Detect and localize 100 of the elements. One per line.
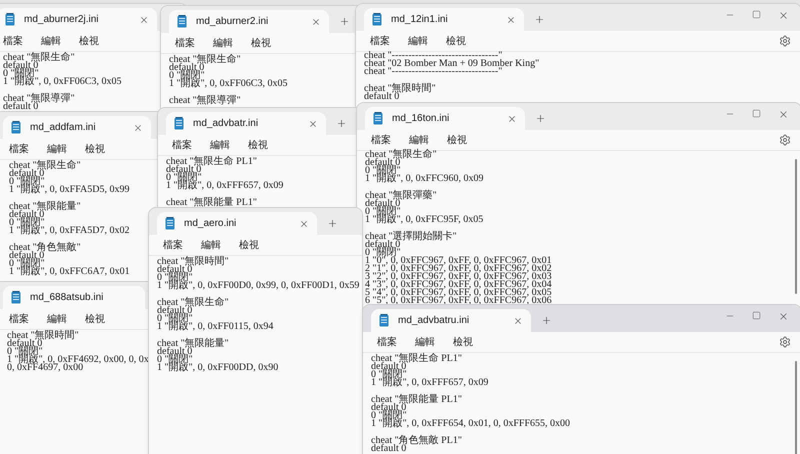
- menu-item[interactable]: 檔案: [9, 142, 29, 156]
- notepad-icon: [177, 15, 187, 28]
- menu-item[interactable]: 檔案: [371, 132, 391, 148]
- menu-item[interactable]: 檢視: [447, 132, 467, 148]
- menu-item[interactable]: 檔案: [163, 238, 183, 252]
- code-line: cheat "無限導彈": [3, 95, 75, 103]
- menu-item[interactable]: 編輯: [213, 36, 233, 50]
- close-tab-icon[interactable]: [308, 118, 318, 128]
- settings-icon[interactable]: [779, 134, 791, 146]
- code-line: 0 "關閉": [157, 315, 193, 323]
- code-line: 1 "開啟", 0, 0xFFC6A7, 0x01: [9, 268, 130, 276]
- code-line: default 0: [371, 445, 406, 453]
- close-tab-icon[interactable]: [513, 316, 523, 326]
- menu-item[interactable]: 檢視: [251, 36, 271, 50]
- menu-item[interactable]: 編輯: [41, 34, 61, 48]
- code-line: 0 "關閉": [7, 348, 43, 356]
- menu-item[interactable]: 檢視: [446, 34, 466, 48]
- menu-item[interactable]: 檢視: [85, 142, 105, 156]
- code-line: 1 "開啟", 0, 0xFF00DD, 0x90: [157, 364, 278, 372]
- menu-item[interactable]: 編輯: [201, 238, 221, 252]
- menu-item[interactable]: 檢視: [239, 238, 259, 252]
- maximize-icon[interactable]: [752, 10, 761, 19]
- maximize-icon[interactable]: [752, 311, 761, 320]
- code-line: cheat "選擇開始關卡": [365, 233, 457, 241]
- close-tab-icon[interactable]: [133, 122, 143, 132]
- menu-item[interactable]: 編輯: [408, 34, 428, 48]
- code-line: 0, 0xFF4697, 0x00: [7, 364, 84, 372]
- code-line: 0 "關閉": [166, 174, 202, 182]
- new-tab-icon[interactable]: [541, 315, 552, 326]
- code-line: 0 "關閉": [371, 412, 407, 420]
- tab[interactable]: md_aburner2.ini: [169, 10, 329, 33]
- maximize-icon[interactable]: [752, 109, 761, 118]
- code-line: 5 "4", 0, 0xFFC967, 0xFF, 0, 0xFFC967, 0x05: [365, 289, 552, 297]
- close-tab-icon[interactable]: [506, 14, 516, 24]
- code-line: 1 "開啟", 0, 0xFF06C3, 0x05: [169, 80, 288, 88]
- code-line: 0 "關閉": [371, 371, 407, 379]
- menu-item[interactable]: 檔案: [377, 334, 397, 350]
- menu-item[interactable]: 檢視: [248, 138, 268, 152]
- code-line: 2 "1", 0, 0xFFC967, 0xFF, 0, 0xFFC967, 0x02: [365, 265, 552, 273]
- code-line: cheat "無限生命 PL1": [371, 355, 462, 363]
- tab[interactable]: md_16ton.ini: [365, 107, 525, 130]
- close-tab-icon[interactable]: [507, 114, 517, 124]
- new-tab-icon[interactable]: [327, 218, 338, 229]
- menu-item[interactable]: 檢視: [79, 34, 99, 48]
- menu-item[interactable]: 編輯: [47, 312, 67, 326]
- close-tab-icon[interactable]: [139, 14, 149, 24]
- new-tab-icon[interactable]: [534, 14, 545, 25]
- code-line: 0 "關閉": [3, 70, 39, 78]
- code-line: cheat "無限能量": [9, 203, 81, 211]
- menu-item[interactable]: 編輯: [47, 142, 67, 156]
- close-icon[interactable]: [778, 311, 789, 322]
- code-line: 3 "2", 0, 0xFFC967, 0xFF, 0, 0xFFC967, 0x03: [365, 273, 552, 281]
- menu-item[interactable]: 檔案: [172, 138, 192, 152]
- code-line: 0 "關閉": [365, 167, 401, 175]
- close-tab-icon[interactable]: [299, 218, 309, 228]
- tab[interactable]: md_addfam.ini: [3, 116, 151, 139]
- code-line: cheat "無限生命 PL1": [166, 158, 257, 166]
- tab[interactable]: md_aero.ini: [157, 212, 317, 235]
- menu-item[interactable]: 檔案: [175, 36, 195, 50]
- new-tab-icon[interactable]: [339, 16, 350, 27]
- tab[interactable]: md_12in1.ini: [364, 8, 524, 31]
- code-line: 1 "開啟", 0, 0xFFF654, 0x01, 0, 0xFFF655, 0x00: [371, 420, 570, 428]
- settings-icon[interactable]: [779, 35, 791, 47]
- code-line: 0 "關閉": [157, 356, 193, 364]
- code-line: 1 "開啟", 0, 0xFFF657, 0x09: [371, 379, 488, 387]
- new-tab-icon[interactable]: [535, 113, 546, 124]
- code-line: 1 "開啟", 0, 0xFF4692, 0x00, 0, 0x: [7, 356, 149, 364]
- menu-item[interactable]: 檔案: [370, 34, 390, 48]
- tab[interactable]: md_aburner2j.ini: [0, 8, 157, 31]
- code-line: 0 "關閉": [9, 260, 45, 268]
- notepad-icon: [165, 217, 175, 230]
- tab[interactable]: md_advbatru.ini: [371, 309, 531, 332]
- menu-item[interactable]: 編輯: [409, 132, 429, 148]
- code-line: 1 "開啟", 0, 0xFF00D0, 0x99, 0, 0xFF00D1, 0x59: [157, 282, 360, 290]
- code-line: cheat "角色無敵": [9, 244, 81, 252]
- new-tab-icon[interactable]: [336, 118, 347, 129]
- menu-item[interactable]: 編輯: [415, 334, 435, 350]
- code-line: cheat "無限導彈": [169, 97, 241, 105]
- menu-item[interactable]: 檔案: [3, 34, 23, 48]
- tab[interactable]: md_advbatr.ini: [166, 112, 326, 135]
- code-line: 0 "關閉": [365, 208, 401, 216]
- settings-icon[interactable]: [779, 336, 791, 348]
- code-line: default 0: [364, 93, 400, 101]
- code-line: cheat "角色無敵 PL1": [371, 437, 462, 445]
- scrollbar[interactable]: [795, 159, 797, 294]
- tab[interactable]: md_688atsub.ini: [3, 286, 145, 309]
- close-icon[interactable]: [778, 109, 789, 120]
- notepad-icon: [5, 13, 15, 26]
- code-line: cheat "--------------------------------": [364, 68, 502, 76]
- code-line: 1 "開啟", 0, 0xFFC95F, 0x05: [365, 216, 484, 224]
- close-icon[interactable]: [778, 10, 789, 21]
- close-tab-icon[interactable]: [311, 16, 321, 26]
- menu-item[interactable]: 檢視: [85, 312, 105, 326]
- notepad-icon: [373, 112, 383, 125]
- menu-item[interactable]: 檢視: [453, 334, 473, 350]
- menu-item[interactable]: 檔案: [9, 312, 29, 326]
- menu-item[interactable]: 編輯: [210, 138, 230, 152]
- notepad-icon: [11, 291, 21, 304]
- code-line: 1 "0", 0, 0xFFC967, 0xFF, 0, 0xFFC967, 0x01: [365, 257, 552, 265]
- notepad-icon: [372, 13, 382, 26]
